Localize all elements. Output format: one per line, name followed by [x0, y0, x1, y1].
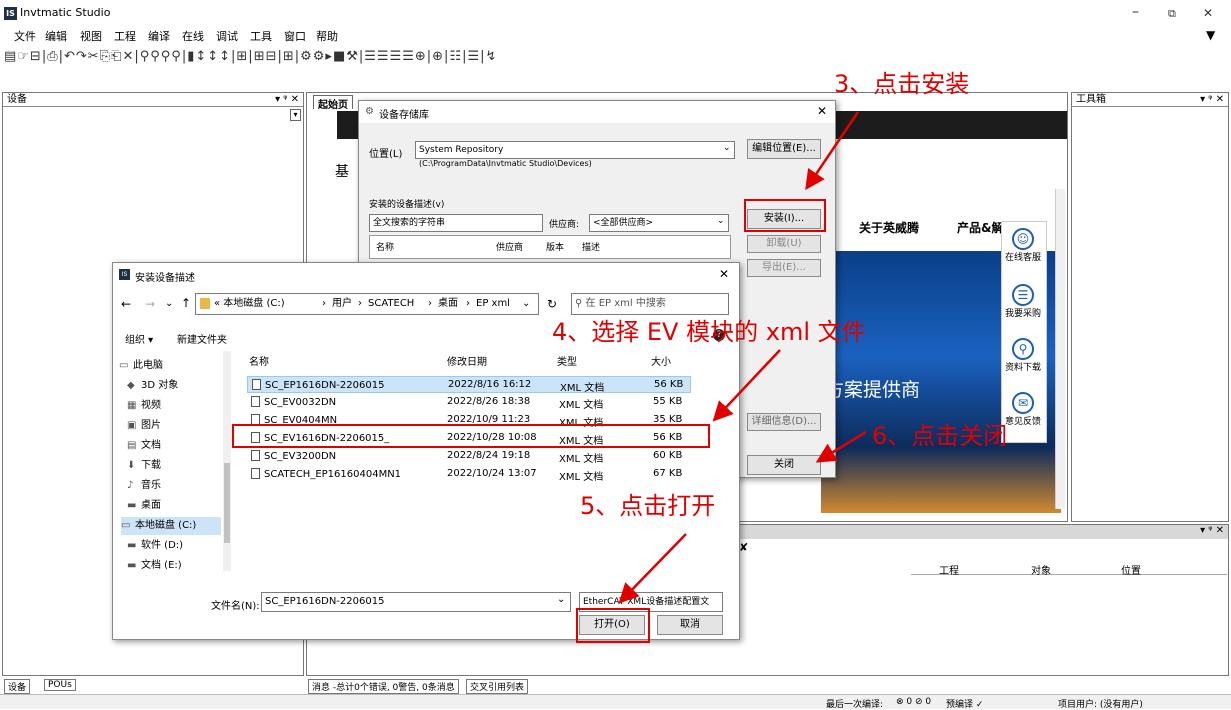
- annotation-step5: 5、点击打开: [580, 492, 716, 520]
- arrow-to-close: [815, 430, 867, 463]
- arrow-to-install: [805, 111, 860, 191]
- annotation-step6: 6、点击关闭: [872, 422, 1008, 450]
- arrow-to-open: [618, 533, 687, 604]
- annotation-arrows: [618, 111, 867, 604]
- annotation-step3: 3、点击安装: [834, 70, 970, 98]
- arrow-to-file: [712, 349, 781, 422]
- annotation-step4: 4、选择 EV 模块的 xml 文件: [552, 318, 866, 346]
